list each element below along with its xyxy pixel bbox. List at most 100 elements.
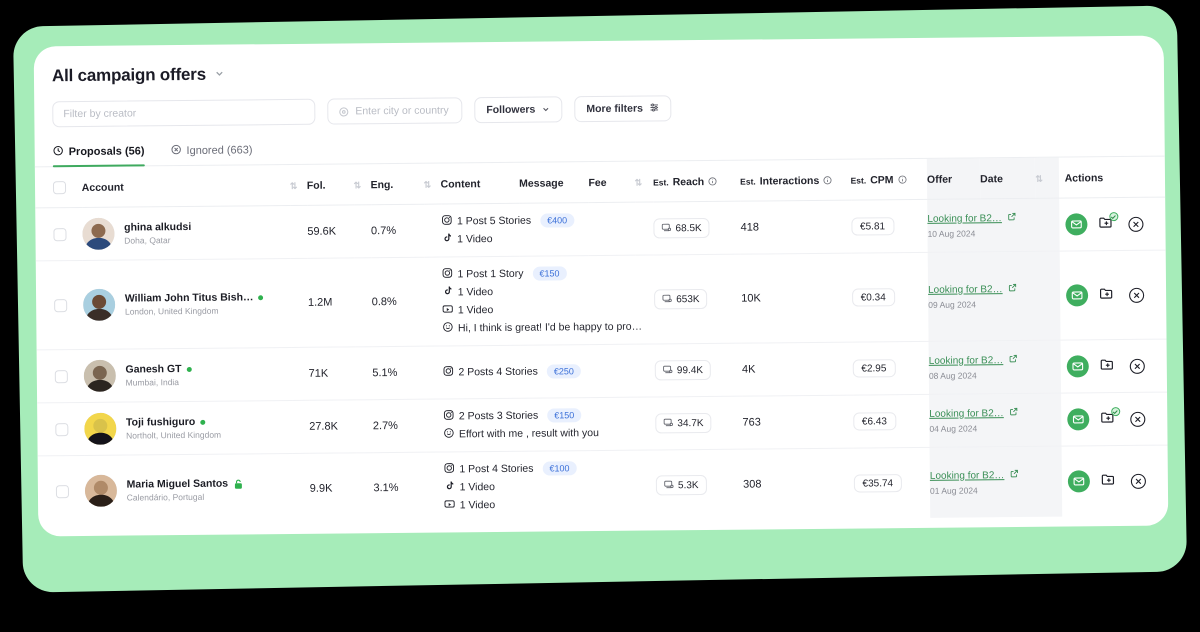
content-line: 2 Posts 3 Stories €150 xyxy=(443,407,656,423)
followers-cell: 27.8K xyxy=(308,399,374,454)
content-line: Hi, I think is great! I'd be happy to pr… xyxy=(442,319,655,335)
ignore-button[interactable] xyxy=(1128,286,1145,303)
avatar xyxy=(83,359,116,392)
creator-filter-input[interactable]: Filter by creator xyxy=(52,98,316,128)
select-all-checkbox[interactable] xyxy=(52,181,67,195)
info-icon[interactable] xyxy=(897,175,907,184)
col-message: Message xyxy=(518,162,589,204)
ignore-button[interactable] xyxy=(1127,215,1144,232)
send-message-button[interactable] xyxy=(1066,408,1090,431)
row-checkbox[interactable] xyxy=(54,298,68,312)
external-link-icon xyxy=(1007,212,1016,224)
account-name: Ganesh GT xyxy=(125,363,192,376)
check-badge-icon xyxy=(1110,407,1120,417)
info-icon[interactable] xyxy=(708,177,717,186)
add-to-list-button[interactable] xyxy=(1099,286,1117,304)
actions-cell xyxy=(1058,197,1166,252)
content-line: 2 Posts 4 Stories €250 xyxy=(442,363,655,379)
col-fol-sort[interactable]: ⇅ xyxy=(353,164,371,205)
reach-icon xyxy=(663,364,673,377)
tab-proposals[interactable]: Proposals (56) xyxy=(53,144,145,166)
check-badge-icon xyxy=(1109,212,1119,222)
online-status-icon xyxy=(258,294,264,300)
table-body: ghina alkudsi Doha, Qatar 59.6K 0.7% 1 Post … xyxy=(35,197,1168,526)
sort-icon: ⇅ xyxy=(423,179,431,190)
offer-date: 04 Aug 2024 xyxy=(929,423,978,434)
send-message-button[interactable] xyxy=(1067,470,1090,493)
chevron-down-icon[interactable] xyxy=(214,68,225,82)
info-icon[interactable] xyxy=(823,176,832,185)
more-filters-button[interactable]: More filters xyxy=(574,95,672,123)
content-line: 1 Video xyxy=(442,301,655,317)
row-checkbox[interactable] xyxy=(54,369,68,383)
sort-icon: ⇅ xyxy=(289,180,297,191)
offer-link[interactable]: Looking for B2… xyxy=(929,354,1061,367)
offer-link[interactable]: Looking for B2… xyxy=(930,469,1062,482)
content-line: Effort with me , result with you xyxy=(443,425,656,441)
message-icon xyxy=(443,427,454,441)
offer-link[interactable]: Looking for B2… xyxy=(928,283,1060,296)
row-checkbox[interactable] xyxy=(55,484,70,498)
est-cpm-cell: €35.74 xyxy=(853,447,930,518)
col-eng-sort[interactable]: ⇅ xyxy=(423,163,441,205)
send-message-button[interactable] xyxy=(1065,213,1088,236)
send-message-button[interactable] xyxy=(1066,355,1089,378)
avatar xyxy=(82,217,115,250)
col-fol: Fol. xyxy=(306,164,354,206)
account-name: William John Titus Bish… xyxy=(125,291,264,305)
offer-link[interactable]: Looking for B2… xyxy=(929,407,1061,420)
ignore-button[interactable] xyxy=(1129,410,1146,427)
est-interactions-cell: 308 xyxy=(742,478,762,491)
table-row[interactable]: William John Titus Bish… London, United K… xyxy=(35,250,1167,350)
col-account-sort[interactable]: ⇅ xyxy=(289,164,308,206)
est-reach-cell: 68.5K xyxy=(653,201,741,255)
account-cell: Ganesh GT Mumbai, India xyxy=(83,347,309,403)
add-to-list-button[interactable] xyxy=(1099,357,1117,375)
avatar xyxy=(82,288,116,321)
engagement-cell: 0.8% xyxy=(371,257,443,347)
external-link-icon xyxy=(1009,469,1018,481)
reach-icon xyxy=(664,479,674,492)
instagram-icon xyxy=(443,462,454,476)
col-est-cpm: Est. CPM xyxy=(850,158,928,201)
youtube-icon xyxy=(444,498,455,512)
table-row[interactable]: Maria Miguel Santos Calendário, Portugal 9… xyxy=(38,445,1169,526)
account-location: Doha, Qatar xyxy=(124,235,171,246)
reach-badge: 653K xyxy=(654,288,708,310)
col-date-sort[interactable]: ⇅ xyxy=(1035,157,1059,199)
col-fee: Fee xyxy=(588,161,635,203)
offer-cell: Looking for B2… 01 Aug 2024 xyxy=(929,446,1062,518)
tab-ignored[interactable]: Ignored (663) xyxy=(170,143,253,165)
content-line: 1 Post 1 Story €150 xyxy=(441,265,654,281)
send-message-button[interactable] xyxy=(1065,284,1088,307)
content-cell: 2 Posts 4 Stories €250 xyxy=(442,343,656,400)
col-fee-sort[interactable]: ⇅ xyxy=(634,161,654,203)
youtube-icon xyxy=(442,303,453,317)
col-est-cpm-prefix: Est. xyxy=(850,174,867,186)
location-filter-input[interactable]: Enter city or country xyxy=(327,97,463,125)
row-select-cell xyxy=(36,349,84,403)
content-fee-badge: €100 xyxy=(542,461,577,476)
sort-icon: ⇅ xyxy=(353,179,361,190)
add-to-list-button[interactable] xyxy=(1100,407,1120,428)
instagram-icon xyxy=(443,409,454,423)
reach-badge: 99.4K xyxy=(654,359,712,381)
offer-link[interactable]: Looking for B2… xyxy=(927,212,1059,225)
sort-icon: ⇅ xyxy=(634,177,642,188)
ignore-button[interactable] xyxy=(1130,472,1147,489)
followers-cell: 59.6K xyxy=(307,204,372,259)
col-offer-label: Offer xyxy=(926,173,953,186)
row-checkbox[interactable] xyxy=(55,422,69,436)
reach-icon xyxy=(663,417,673,430)
add-to-list-button[interactable] xyxy=(1098,212,1119,233)
engagement-cell: 3.1% xyxy=(373,481,399,495)
row-checkbox[interactable] xyxy=(53,227,67,241)
add-to-list-button[interactable] xyxy=(1101,472,1119,490)
ignore-button[interactable] xyxy=(1128,357,1145,374)
row-select-cell xyxy=(38,455,85,526)
online-status-icon xyxy=(186,366,192,372)
tab-ignored-label: Ignored (663) xyxy=(186,144,253,157)
followers-filter-button[interactable]: Followers xyxy=(474,96,563,124)
row-select-cell xyxy=(37,402,85,456)
col-date-label: Date xyxy=(980,172,1003,185)
